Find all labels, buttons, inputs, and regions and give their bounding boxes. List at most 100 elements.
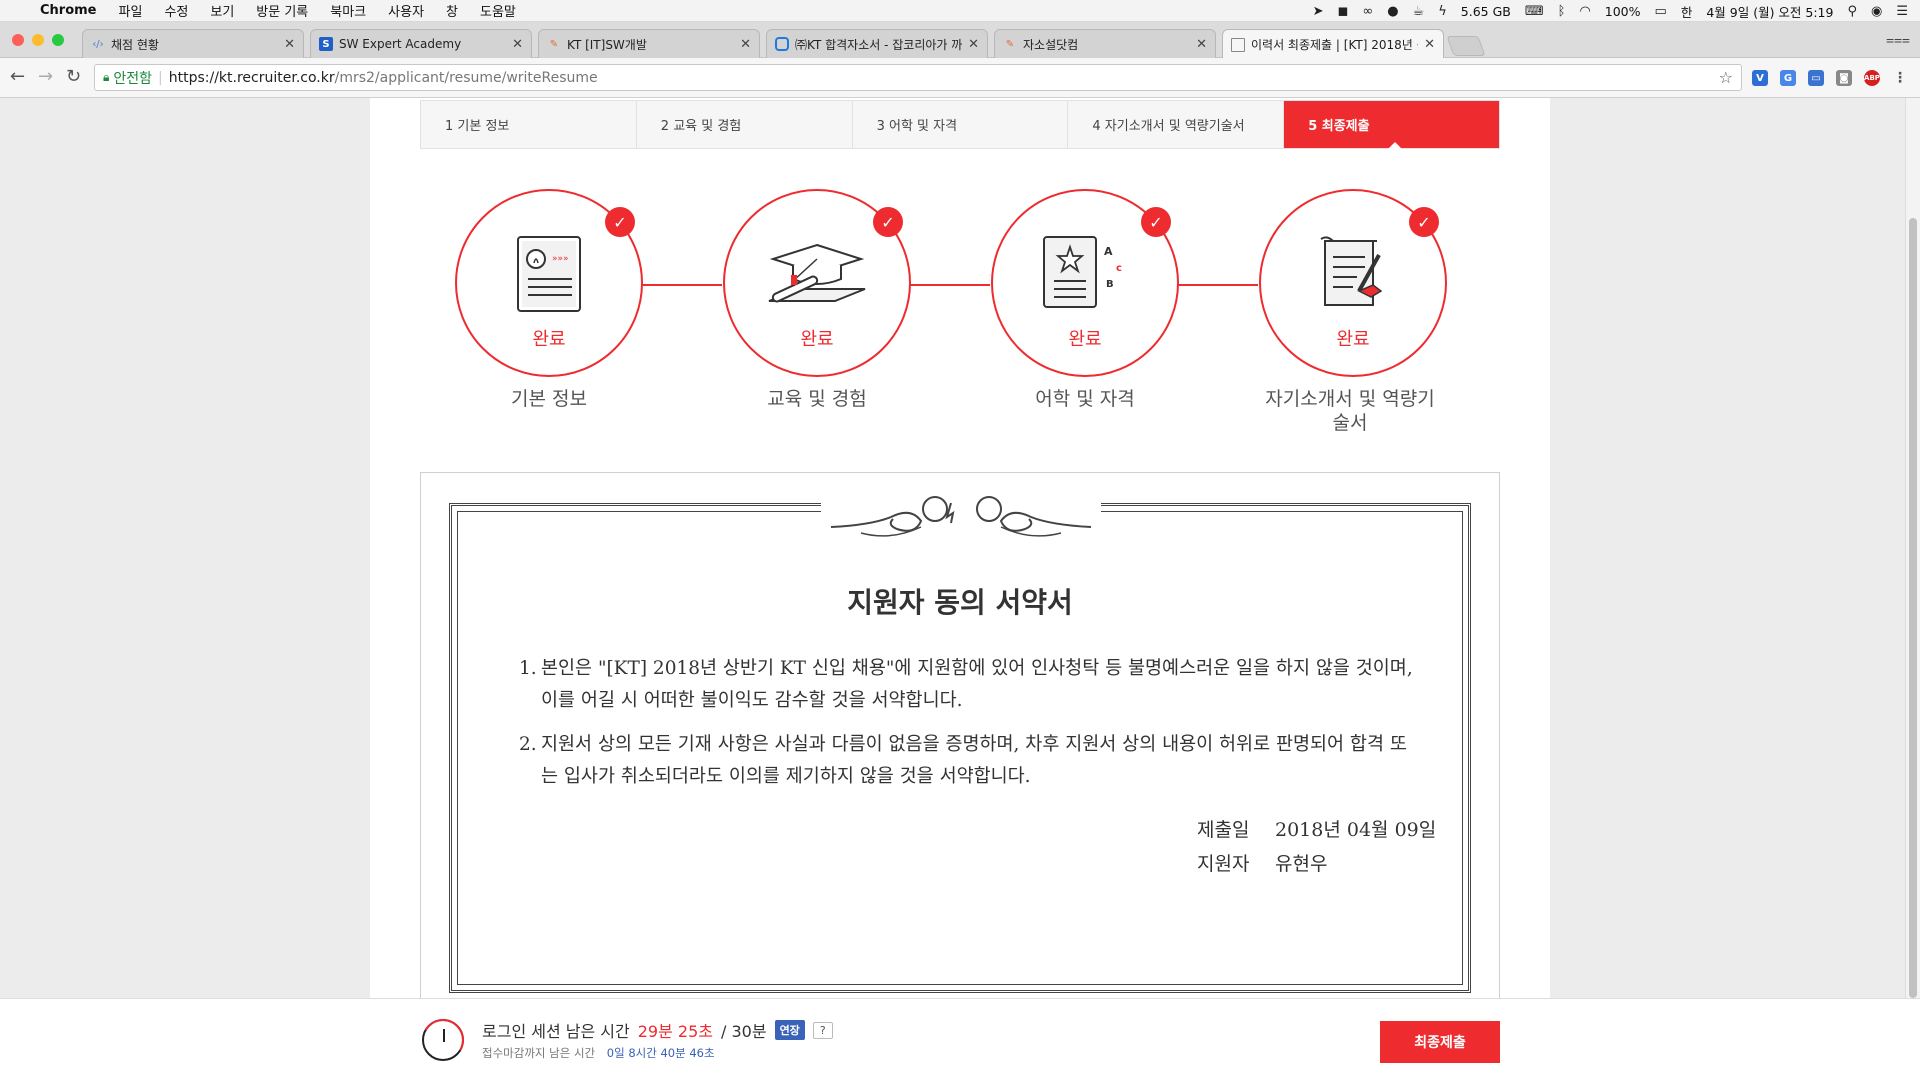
step-language-certification[interactable]: 3 어학 및 자격 (852, 101, 1069, 148)
tab-grading-status[interactable]: ‹/› 채점 현황 ✕ (82, 29, 304, 58)
extend-session-button[interactable]: 연장 (774, 1020, 805, 1040)
tab-title: SW Expert Academy (339, 37, 462, 51)
check-icon: ✓ (873, 207, 903, 237)
status-area: ➤ ◼ ∞ ● ☕ ϟ 5.65 GB ⌨ ᛒ ◠ 100% ▭ 한 4월 9일… (1313, 0, 1908, 22)
reload-icon[interactable]: ↻ (66, 66, 81, 87)
clause-number: 1. (519, 658, 537, 679)
close-icon[interactable]: ✕ (1196, 37, 1207, 52)
camera-icon[interactable]: ◙ (1836, 70, 1852, 86)
coffee-cup-icon[interactable]: ☕ (1413, 4, 1425, 19)
notification-center-icon[interactable]: ☰ (1896, 4, 1908, 19)
macos-menu-bar: Chrome 파일 수정 보기 방문 기록 북마크 사용자 창 도움말 ➤ ◼ … (0, 0, 1920, 22)
pencil-icon: ✎ (1005, 38, 1015, 50)
input-method[interactable]: 한 (1681, 2, 1693, 21)
lock-icon[interactable]: 🔒︎ (103, 70, 109, 85)
svg-text:A: A (1104, 245, 1113, 258)
url-path: /mrs2/applicant/resume/writeResume (334, 69, 598, 86)
abp-icon[interactable]: ABP (1864, 70, 1880, 86)
zoom-window-button[interactable] (52, 34, 64, 46)
location-arrow-icon[interactable]: ➤ (1313, 4, 1324, 19)
browser-tab-strip: ‹/› 채점 현황 ✕ S SW Expert Academy ✕ ✎ KT [… (0, 22, 1920, 59)
storage-indicator[interactable]: 5.65 GB (1461, 4, 1511, 19)
svg-text:c: c (1116, 263, 1122, 274)
close-icon[interactable]: ✕ (284, 37, 295, 52)
glasses-icon[interactable]: ∞ (1362, 4, 1373, 19)
progress-caption: 기본 정보 (511, 388, 587, 410)
menu-help[interactable]: 도움말 (480, 1, 516, 20)
tab-sw-expert-academy[interactable]: S SW Expert Academy ✕ (310, 29, 532, 58)
menu-history[interactable]: 방문 기록 (256, 1, 308, 20)
tab-kt-sw-dev[interactable]: ✎ KT [IT]SW개발 ✕ (538, 29, 760, 58)
menu-bookmarks[interactable]: 북마크 (330, 1, 366, 20)
battery-percent[interactable]: 100% (1605, 4, 1641, 19)
pledge-clause: 1. 본인은 "[KT] 2018년 상반기 KT 신입 채용"에 지원함에 있… (519, 653, 1419, 717)
pledge-certificate: 지원자 동의 서약서 1. 본인은 "[KT] 2018년 상반기 KT 신입 … (420, 472, 1500, 998)
new-tab-button[interactable] (1446, 36, 1486, 56)
close-window-button[interactable] (12, 34, 24, 46)
timer-hand (443, 1029, 445, 1042)
final-submit-button[interactable]: 최종제출 (1380, 1021, 1500, 1063)
tab-overflow-icon[interactable]: ⩶ (1886, 32, 1910, 48)
bolt-icon[interactable]: ϟ (1438, 4, 1447, 19)
menu-file[interactable]: 파일 (119, 1, 143, 20)
forward-arrow-icon[interactable]: → (38, 66, 53, 87)
menu-view[interactable]: 보기 (210, 1, 234, 20)
tab-jasoseol[interactable]: ✎ 자소설닷컴 ✕ (994, 29, 1216, 58)
progress-status: 완료 (1336, 329, 1370, 350)
v-extension-icon[interactable]: V (1752, 70, 1768, 86)
translate-icon[interactable]: G (1780, 70, 1796, 86)
secure-label: 안전함 (113, 70, 153, 87)
close-icon[interactable]: ✕ (1424, 37, 1435, 52)
session-remaining: 29분 25초 (637, 1022, 713, 1041)
battery-icon[interactable]: ▭ (1655, 4, 1667, 19)
applicant-label: 지원자 (1197, 853, 1250, 875)
menu-app-name[interactable]: Chrome (40, 3, 97, 18)
bluetooth-icon[interactable]: ᛒ (1558, 4, 1566, 19)
step-final-submit[interactable]: 5 최종제출 (1284, 101, 1499, 149)
menu-window[interactable]: 창 (446, 1, 458, 20)
minimize-window-button[interactable] (32, 34, 44, 46)
menu-edit[interactable]: 수정 (164, 1, 188, 20)
deadline-timer: 접수마감까지 남은 시간 0일 8시간 40분 46초 (482, 1045, 715, 1061)
clause-text: 본인은 "[KT] 2018년 상반기 KT 신입 채용"에 지원함에 있어 인… (541, 658, 1413, 711)
progress-connector (642, 284, 722, 286)
page-scrollbar[interactable] (1905, 98, 1920, 998)
step-cover-letter[interactable]: 4 자기소개서 및 역량기술서 (1068, 101, 1285, 148)
close-icon[interactable]: ✕ (512, 37, 523, 52)
menu-clock[interactable]: 4월 9일 (월) 오전 5:19 (1706, 2, 1833, 21)
session-label: 로그인 세션 남은 시간 (482, 1022, 630, 1041)
bookmark-star-icon[interactable]: ☆ (1719, 68, 1733, 87)
address-bar[interactable]: 🔒︎ 안전함 | https://kt.recruiter.co.kr /mrs… (94, 64, 1742, 91)
pledge-clauses: 1. 본인은 "[KT] 2018년 상반기 KT 신입 채용"에 지원함에 있… (519, 653, 1419, 805)
close-icon[interactable]: ✕ (968, 37, 979, 52)
spotlight-search-icon[interactable]: ⚲ (1847, 4, 1857, 19)
wifi-icon[interactable]: ◠ (1579, 4, 1590, 19)
progress-circle-language: ✓ A c B 완료 (991, 189, 1179, 377)
check-icon: ✓ (605, 207, 635, 237)
keyboard-status-icon[interactable]: ⌨ (1525, 4, 1544, 19)
resume-page: 1 기본 정보 2 교육 및 경험 3 어학 및 자격 4 자기소개서 및 역량… (370, 98, 1550, 998)
menu-people[interactable]: 사용자 (388, 1, 424, 20)
check-icon: ✓ (1141, 207, 1171, 237)
menu-icon[interactable]: ⋮ (1892, 70, 1908, 86)
tab-title: 이력서 최종제출 | [KT] 2018년 상반 (1251, 38, 1418, 52)
scrollbar-thumb[interactable] (1909, 218, 1917, 998)
pledge-signature-block: 제출일 2018년 04월 09일 지원자 유현우 (1197, 819, 1436, 887)
app-status-icon[interactable]: ◼ (1338, 4, 1349, 19)
progress-circle-education: ✓ 완료 (723, 189, 911, 377)
step-education-experience[interactable]: 2 교육 및 경험 (636, 101, 853, 148)
progress-circle-basic-info: ✓ »»» 완료 (455, 189, 643, 377)
tab-jobkorea[interactable]: ㈜KT 합격자소서 - 잡코리아가 까다 ✕ (766, 29, 988, 58)
session-timer: 로그인 세션 남은 시간 29분 25초 / 30분 연장 ? (482, 1018, 833, 1042)
submit-date-value: 2018년 04월 09일 (1275, 819, 1437, 841)
tab-title: 자소설닷컴 (1023, 37, 1079, 52)
back-arrow-icon[interactable]: ← (10, 66, 25, 87)
siri-icon[interactable]: ◉ (1871, 4, 1882, 19)
close-icon[interactable]: ✕ (740, 37, 751, 52)
badge-app-icon[interactable]: ● (1387, 4, 1398, 19)
session-help-button[interactable]: ? (812, 1021, 833, 1039)
resume-card-icon: »»» (517, 236, 581, 312)
step-basic-info[interactable]: 1 기본 정보 (421, 101, 637, 148)
cast-icon[interactable]: ▭ (1808, 70, 1824, 86)
tab-resume-final-submit[interactable]: 이력서 최종제출 | [KT] 2018년 상반 ✕ (1222, 29, 1444, 59)
